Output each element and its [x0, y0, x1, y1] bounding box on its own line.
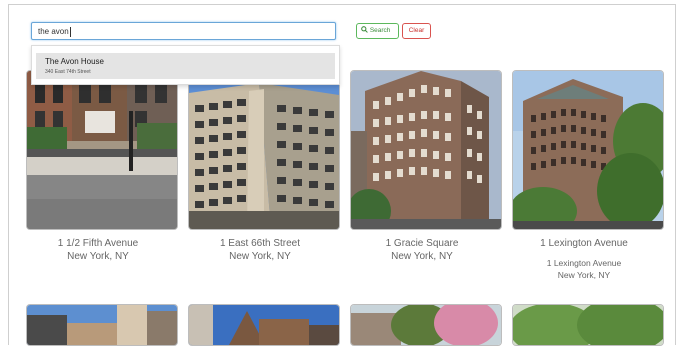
building-name-2[interactable]: 1 East 66th Street [170, 237, 350, 250]
building-photo-1[interactable] [26, 70, 178, 230]
text-caret [69, 26, 71, 37]
search-input-value: the avon [38, 27, 69, 36]
suggestion-item[interactable]: The Avon House 340 East 74th Street [36, 53, 335, 79]
building-city-3: New York, NY [391, 251, 453, 262]
search-icon [361, 26, 368, 33]
clear-button-label: Clear [408, 27, 425, 34]
building-photo-6[interactable] [188, 304, 340, 346]
building-photo-7[interactable] [350, 304, 502, 346]
building-photo-8[interactable] [512, 304, 664, 346]
building-name-3[interactable]: 1 Gracie Square [332, 237, 512, 250]
building-address-4: 1 Lexington Avenue [546, 258, 622, 268]
suggestion-subtitle: 340 East 74th Street [45, 69, 91, 75]
building-photo-2[interactable] [188, 70, 340, 230]
building-photo-3[interactable] [350, 70, 502, 230]
building-photo-4[interactable] [512, 70, 664, 230]
search-button-label: Search [369, 27, 391, 34]
clear-button[interactable]: Clear [402, 23, 431, 39]
building-city-2: New York, NY [229, 251, 291, 262]
building-photo-5[interactable] [26, 304, 178, 346]
building-name-1[interactable]: 1 1/2 Fifth Avenue [8, 237, 188, 250]
building-city-1: New York, NY [67, 251, 129, 262]
search-button[interactable]: Search [356, 23, 399, 39]
building-name-4[interactable]: 1 Lexington Avenue [494, 237, 674, 250]
suggestion-title: The Avon House [45, 57, 105, 66]
autocomplete-dropdown: The Avon House 340 East 74th Street [31, 45, 340, 85]
building-city-4: New York, NY [557, 270, 611, 280]
search-input[interactable]: the avon [31, 22, 336, 40]
